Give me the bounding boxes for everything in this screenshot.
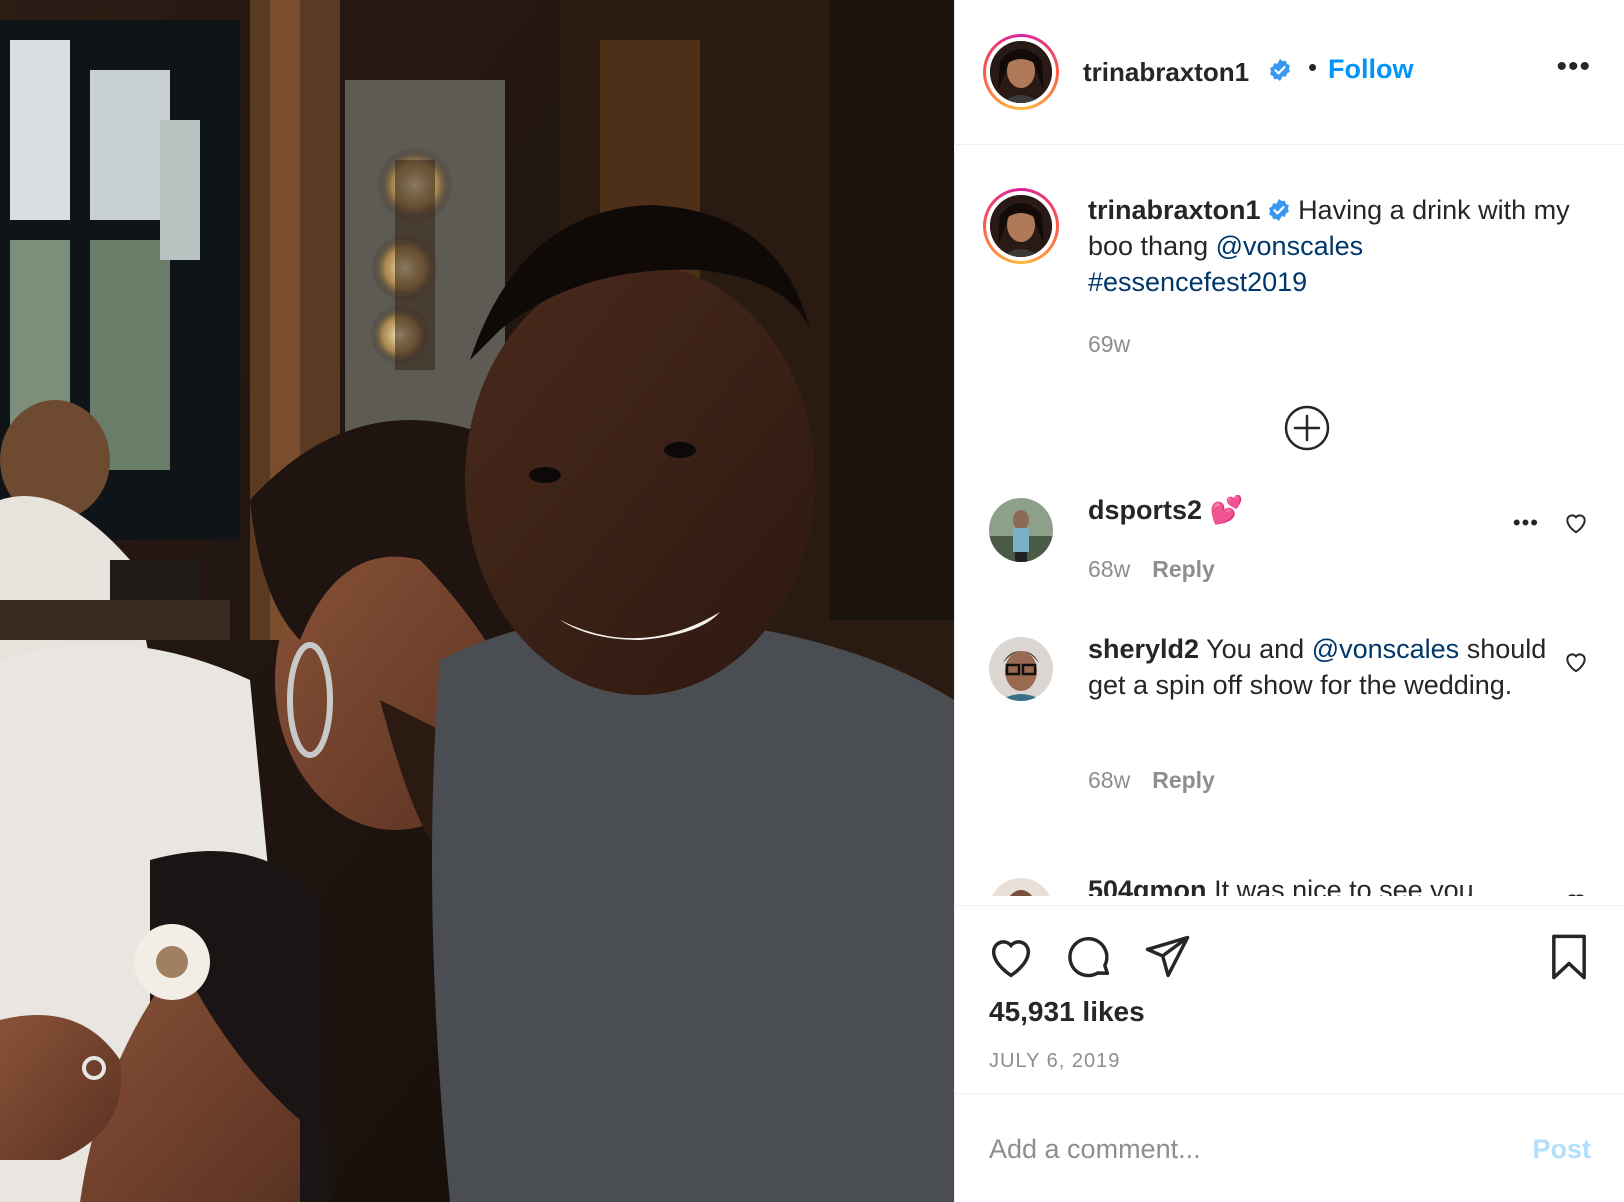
comment-meta: 68w Reply bbox=[1088, 556, 1215, 583]
caption-hashtag-link[interactable]: #essencefest2019 bbox=[1088, 267, 1307, 297]
comment-username[interactable]: dsports2 bbox=[1088, 495, 1202, 525]
post-header: trinabraxton1 • Follow ••• bbox=[955, 0, 1624, 145]
comment-text: dsports2 💕 bbox=[1088, 492, 1548, 528]
comment-bubble-icon[interactable] bbox=[1063, 931, 1115, 983]
heart-icon[interactable] bbox=[985, 931, 1037, 983]
more-options-icon[interactable]: ••• bbox=[1556, 52, 1591, 82]
caption-username[interactable]: trinabraxton1 bbox=[1088, 195, 1261, 225]
comment-text: sheryld2 You and @vonscales should get a… bbox=[1088, 631, 1548, 703]
verified-badge-icon bbox=[1261, 195, 1291, 225]
post-actions: 45,931 likes JULY 6, 2019 bbox=[955, 905, 1624, 1095]
selfie-image bbox=[0, 0, 954, 1202]
reply-button[interactable]: Reply bbox=[1152, 556, 1215, 582]
follow-button[interactable]: Follow bbox=[1328, 54, 1413, 85]
comment-avatar[interactable] bbox=[989, 498, 1053, 562]
caption-mention-link[interactable]: @vonscales bbox=[1216, 231, 1363, 261]
comment-username[interactable]: sheryld2 bbox=[1088, 634, 1199, 664]
post-side-panel: trinabraxton1 • Follow ••• trinabraxton1… bbox=[954, 0, 1624, 1202]
reply-button[interactable]: Reply bbox=[1152, 767, 1215, 793]
comment-text: 504gmon It was nice to see you bbox=[1088, 872, 1548, 896]
comment-age[interactable]: 68w bbox=[1088, 556, 1130, 582]
comment-body: It was nice to see you bbox=[1214, 875, 1474, 896]
add-comment-bar: Post bbox=[955, 1093, 1624, 1202]
comment-more-icon[interactable]: ••• bbox=[1513, 510, 1539, 536]
comment-avatar[interactable] bbox=[989, 878, 1053, 896]
comment-avatar-image bbox=[989, 878, 1053, 896]
verified-badge-icon bbox=[1262, 58, 1292, 84]
comment-like-heart-icon[interactable] bbox=[1563, 510, 1589, 536]
comment-like-heart-icon[interactable] bbox=[1563, 649, 1589, 675]
comment-meta: 68w Reply bbox=[1088, 767, 1215, 794]
post-date[interactable]: JULY 6, 2019 bbox=[989, 1050, 1120, 1073]
comment-avatar-image bbox=[989, 498, 1053, 562]
caption-age[interactable]: 69w bbox=[1088, 331, 1130, 358]
comment-username[interactable]: 504gmon bbox=[1088, 875, 1207, 896]
comment-age[interactable]: 68w bbox=[1088, 767, 1130, 793]
post-comment-button[interactable]: Post bbox=[1532, 1134, 1591, 1165]
comments-list[interactable]: trinabraxton1 Having a drink with my boo… bbox=[955, 146, 1624, 896]
share-paper-plane-icon[interactable] bbox=[1141, 931, 1193, 983]
author-avatar-image bbox=[990, 41, 1052, 103]
header-separator: • bbox=[1308, 52, 1318, 82]
likes-count[interactable]: 45,931 likes bbox=[989, 996, 1145, 1028]
comment-avatar-image bbox=[989, 637, 1053, 701]
comment-body: You and bbox=[1206, 634, 1312, 664]
post-photo[interactable] bbox=[0, 0, 954, 1202]
comment-like-heart-icon[interactable] bbox=[1563, 890, 1589, 896]
caption-avatar[interactable] bbox=[983, 188, 1059, 264]
comment-mention-link[interactable]: @vonscales bbox=[1312, 634, 1459, 664]
author-username[interactable]: trinabraxton1 bbox=[1083, 57, 1249, 88]
bookmark-icon[interactable] bbox=[1543, 931, 1595, 983]
author-avatar[interactable] bbox=[983, 34, 1059, 110]
comment-body: 💕 bbox=[1209, 495, 1244, 525]
load-more-plus-icon[interactable] bbox=[1283, 404, 1331, 452]
add-comment-input[interactable] bbox=[989, 1124, 1489, 1174]
caption-avatar-image bbox=[990, 195, 1052, 257]
comment-avatar[interactable] bbox=[989, 637, 1053, 701]
caption-text: trinabraxton1 Having a drink with my boo… bbox=[1088, 192, 1608, 300]
